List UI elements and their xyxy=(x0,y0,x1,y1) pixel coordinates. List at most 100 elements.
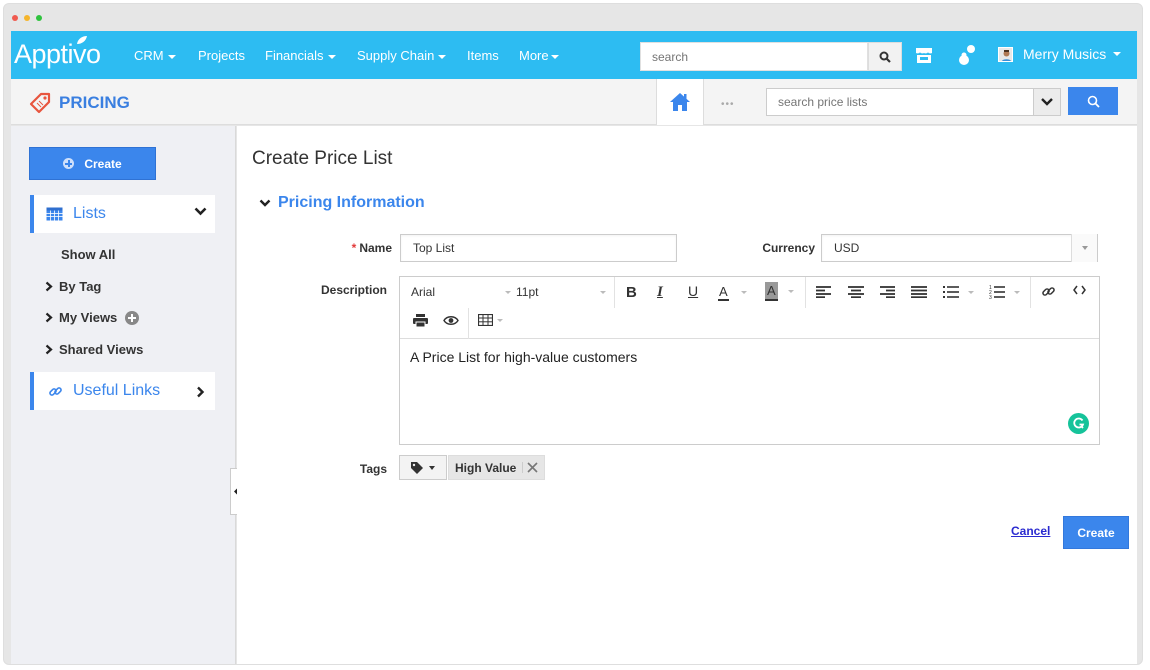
link-icon xyxy=(1042,287,1055,296)
font-family-select[interactable]: Arial xyxy=(411,285,511,299)
sidebar-create-button[interactable]: Create xyxy=(29,147,156,180)
insert-table-button[interactable] xyxy=(478,314,503,326)
align-left-button[interactable] xyxy=(816,286,832,298)
chevron-down-icon xyxy=(1041,98,1053,106)
remove-tag-button[interactable] xyxy=(522,462,538,473)
align-center-icon xyxy=(848,286,864,298)
nav-items[interactable]: Items xyxy=(467,48,499,63)
background-color-icon: A xyxy=(765,282,778,301)
print-button[interactable] xyxy=(413,314,428,327)
create-price-list-button[interactable]: Create xyxy=(1063,516,1129,549)
minimize-window-button[interactable] xyxy=(24,15,30,21)
caret-down-icon xyxy=(1081,246,1088,250)
user-menu[interactable]: Merry Musics xyxy=(998,46,1122,62)
currency-dropdown-toggle[interactable] xyxy=(1071,234,1097,262)
app-title-label: PRICING xyxy=(59,93,130,112)
name-field[interactable] xyxy=(400,234,677,262)
chevron-down-icon xyxy=(438,54,447,59)
shared-views-label: Shared Views xyxy=(59,342,144,357)
nav-more[interactable]: More xyxy=(519,48,559,63)
underline-button[interactable]: U xyxy=(688,283,698,299)
add-view-icon[interactable] xyxy=(125,310,140,325)
logo-leaf-icon xyxy=(77,36,87,44)
cancel-link[interactable]: Cancel xyxy=(1011,524,1050,538)
plus-circle-icon xyxy=(63,158,75,169)
ellipsis-icon: ••• xyxy=(721,99,735,110)
page-title: Create Price List xyxy=(252,148,393,169)
description-rich-text-editor[interactable]: Arial 11pt B I U A A 123 A Price List fo… xyxy=(399,276,1100,445)
home-button[interactable] xyxy=(656,79,704,125)
app-title[interactable]: PRICING xyxy=(29,92,130,114)
section-title: Pricing Information xyxy=(278,194,425,211)
chevron-down-icon xyxy=(327,54,336,59)
sidebar-panel-lists[interactable]: Lists xyxy=(30,195,215,233)
underline-icon: U xyxy=(688,283,699,299)
nav-projects[interactable]: Projects xyxy=(198,48,245,63)
description-text-area[interactable]: A Price List for high-value customers xyxy=(400,339,1099,375)
bold-button[interactable]: B xyxy=(626,284,637,301)
background-color-button[interactable]: A xyxy=(765,282,794,301)
chevron-down-icon xyxy=(259,199,271,207)
add-tag-button[interactable] xyxy=(399,455,447,480)
align-right-button[interactable] xyxy=(879,286,895,298)
nav-financials-label: Financials xyxy=(265,48,324,63)
caret-down-icon xyxy=(1014,290,1020,294)
close-window-button[interactable] xyxy=(12,15,18,21)
caret-down-icon xyxy=(429,465,435,470)
sidebar-item-my-views[interactable]: My Views xyxy=(45,310,140,325)
price-tag-icon xyxy=(29,92,51,114)
insert-link-button[interactable] xyxy=(1041,284,1056,299)
editor-toolbar: Arial 11pt B I U A A 123 xyxy=(400,277,1099,339)
description-label: Description xyxy=(320,283,387,297)
toolbar-divider xyxy=(805,277,806,308)
font-color-button[interactable]: A xyxy=(718,284,747,301)
sidebar-item-by-tag[interactable]: By Tag xyxy=(45,279,101,294)
bullet-list-icon xyxy=(943,286,959,298)
source-code-icon xyxy=(1073,285,1086,295)
sidebar-panel-useful-links[interactable]: Useful Links xyxy=(30,372,215,410)
connections-button[interactable] xyxy=(957,44,977,71)
nav-supply-chain[interactable]: Supply Chain xyxy=(357,48,447,63)
maximize-window-button[interactable] xyxy=(36,15,42,21)
justify-button[interactable] xyxy=(911,286,927,298)
numbered-list-button[interactable]: 123 xyxy=(989,285,1020,299)
bullet-list-button[interactable] xyxy=(943,286,974,298)
font-size-select[interactable]: 11pt xyxy=(516,285,606,299)
align-center-button[interactable] xyxy=(848,286,864,298)
currency-label: Currency xyxy=(762,241,815,255)
print-icon xyxy=(413,314,428,327)
caret-down-icon xyxy=(497,318,503,322)
sidebar-item-show-all[interactable]: Show All xyxy=(61,247,115,262)
table-icon xyxy=(478,314,493,326)
price-list-search-button[interactable] xyxy=(1068,87,1118,115)
nav-supply-chain-label: Supply Chain xyxy=(357,48,435,63)
nav-more-label: More xyxy=(519,48,549,63)
title-bar xyxy=(4,4,1142,31)
link-icon xyxy=(49,386,62,396)
section-pricing-information[interactable]: Pricing Information xyxy=(259,194,425,212)
italic-button[interactable]: I xyxy=(657,284,663,301)
grammarly-button[interactable] xyxy=(1068,413,1089,434)
store-button[interactable] xyxy=(915,47,933,69)
price-list-search-input[interactable] xyxy=(766,88,1034,116)
apptivo-logo[interactable]: Apptivo xyxy=(14,36,101,70)
chevron-down-icon xyxy=(550,54,559,59)
more-options-button[interactable]: ••• xyxy=(721,99,735,110)
nav-crm[interactable]: CRM xyxy=(134,48,176,63)
sidebar-item-shared-views[interactable]: Shared Views xyxy=(45,342,143,357)
source-code-button[interactable] xyxy=(1073,285,1086,295)
main-content: Create Price List Pricing Information * N… xyxy=(237,126,1137,664)
align-left-icon xyxy=(816,286,831,298)
global-search-input[interactable] xyxy=(640,42,868,71)
name-label-text: Name xyxy=(359,241,392,255)
nav-financials[interactable]: Financials xyxy=(265,48,336,63)
caret-down-icon xyxy=(968,290,974,294)
search-filter-dropdown[interactable] xyxy=(1033,88,1061,116)
top-navigation-bar: Apptivo CRM Projects Financials Supply C… xyxy=(11,31,1137,79)
preview-button[interactable] xyxy=(443,315,459,326)
currency-select[interactable] xyxy=(821,234,1098,262)
global-search-button[interactable] xyxy=(868,42,902,71)
tag-icon xyxy=(411,461,423,474)
home-icon xyxy=(670,93,690,111)
close-icon xyxy=(527,462,538,473)
